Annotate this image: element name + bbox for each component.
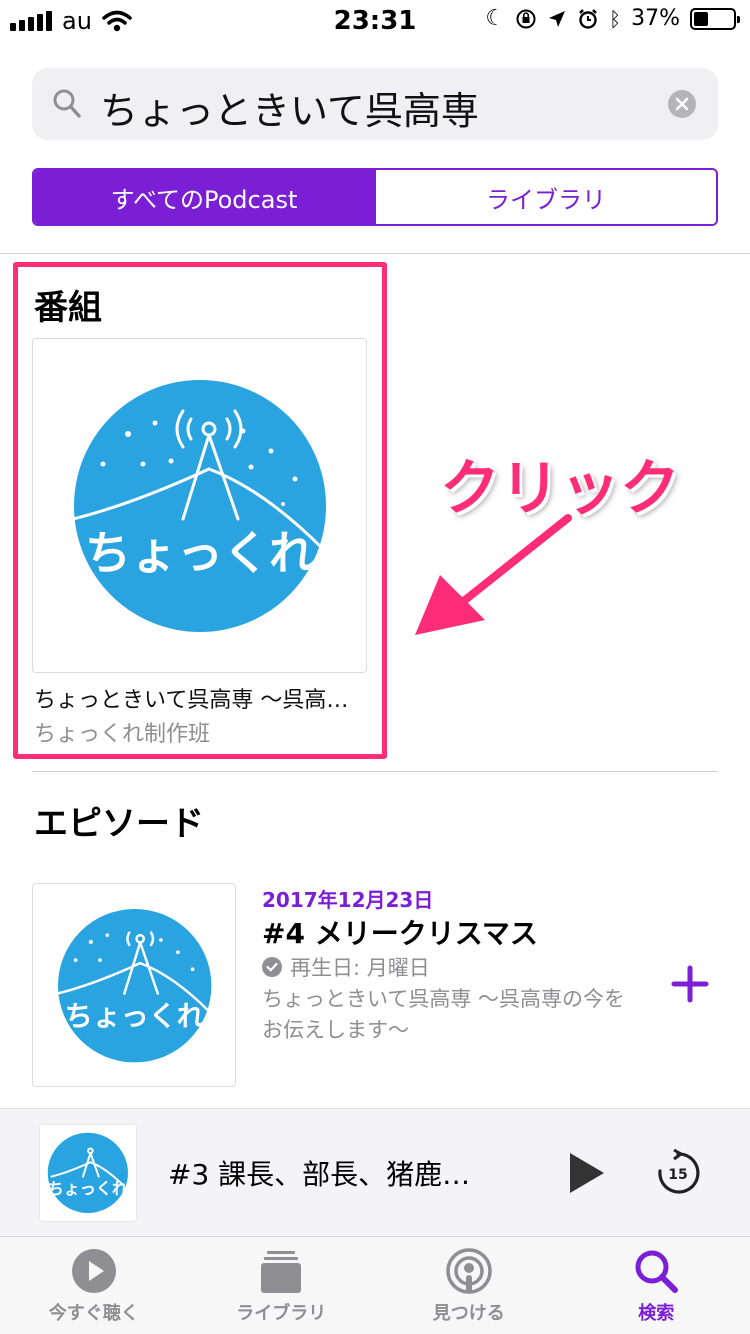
search-icon [635,1250,679,1293]
tab-label: ライブラリ [236,1303,327,1324]
skip-forward-15-button[interactable]: 15 [654,1149,702,1197]
episodes-heading: エピソード [34,804,204,844]
section-divider [32,771,718,772]
now-playing-title[interactable]: #3 課長、部長、猪鹿… [168,1153,470,1193]
tab-label: 見つける [432,1303,505,1324]
highlight-box [13,262,387,759]
status-bar: au 23:31 ☾ ᛒ 37% [0,0,750,40]
mini-player-artwork: ちょっくれ [40,1125,136,1221]
play-button[interactable] [562,1149,610,1197]
add-episode-button[interactable] [668,962,712,1006]
arrow-icon [415,514,572,635]
tab-search[interactable]: 検索 [563,1237,750,1334]
battery-percent: 37% [631,6,680,31]
search-icon [53,89,81,118]
episode-artwork[interactable]: ちょっくれ [32,883,236,1087]
svg-text:15: 15 [668,1167,687,1183]
podcast-broadcast-icon [446,1248,492,1294]
tab-bar: 今すぐ聴く ライブラリ 見つける 検索 [0,1236,750,1334]
orientation-lock-icon [516,9,536,28]
tab-browse[interactable]: 見つける [375,1237,563,1334]
top-divider [0,253,750,254]
tab-label: 検索 [638,1303,675,1324]
episode-played-label: 再生日: 月曜日 [290,956,430,980]
search-input[interactable]: ちょっときいて呉高専 [100,80,479,135]
tab-library[interactable]: ライブラリ [188,1237,376,1334]
library-stack-icon [261,1251,302,1293]
episode-played-status: 再生日: 月曜日 [262,952,430,982]
checkmark-circle-icon [262,957,282,977]
artwork-text: ちょっくれ [48,1179,128,1198]
mini-player[interactable]: ちょっくれ #3 課長、部長、猪鹿… 15 [0,1108,750,1236]
artwork-text: ちょっくれ [65,999,205,1032]
segment-all-podcasts[interactable]: すべてのPodcast [34,170,374,224]
play-circle-icon [71,1249,116,1293]
tab-listen-now[interactable]: 今すぐ聴く [0,1237,188,1334]
search-field[interactable]: ちょっときいて呉高専 [32,68,718,140]
segment-library[interactable]: ライブラリ [374,170,716,224]
clear-search-icon[interactable] [668,90,696,118]
chokkure-logo: ちょっくれ [47,1132,128,1213]
episode-date: 2017年12月23日 [262,888,434,912]
chokkure-logo: ちょっくれ [56,908,212,1063]
bluetooth-icon: ᛒ [609,6,622,31]
moon-icon: ☾ [485,6,506,31]
tab-label: 今すぐ聴く [48,1303,139,1324]
battery-icon [690,7,740,30]
alarm-icon [579,8,597,29]
plus-icon [671,965,709,1003]
location-icon [549,10,566,27]
scope-segmented-control: すべてのPodcast ライブラリ [32,168,718,226]
episode-title[interactable]: #4 メリークリスマス [262,912,538,952]
play-icon [570,1153,604,1193]
episode-description: ちょっときいて呉高専 〜呉高専の今をお伝えします〜 [262,987,626,1042]
